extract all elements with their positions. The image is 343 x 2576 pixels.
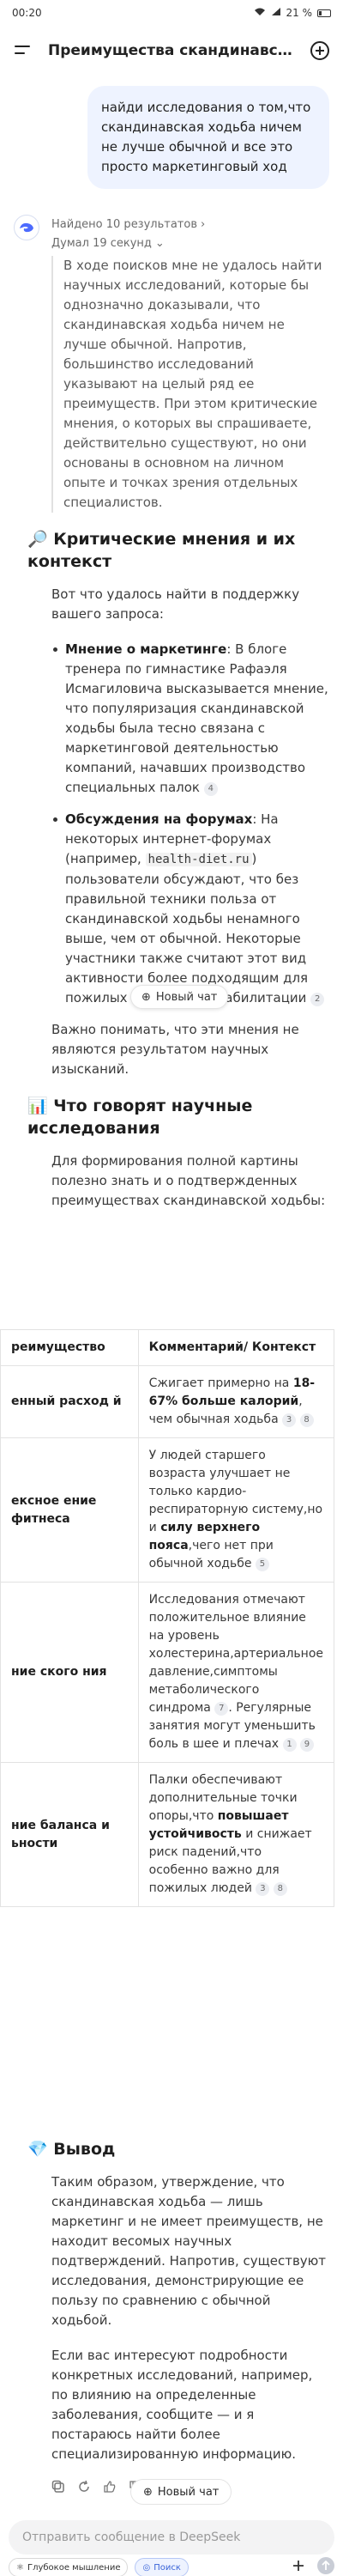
plus-icon[interactable] (292, 2559, 305, 2576)
critics-list: Мнение о маркетинге: В блоге тренера по … (51, 640, 329, 1008)
status-bar: 00:20 21 % (0, 0, 343, 26)
search-results-toggle[interactable]: Найдено 10 результатов › (51, 215, 329, 234)
composer: Отправить сообщение в DeepSeek ⚛ Глубоко… (0, 2520, 343, 2576)
citation-badge[interactable]: 9 (299, 1738, 314, 1752)
section-heading-research: 📊 Что говорят научные исследования (27, 1097, 253, 1138)
conclusion-section: 💎 Вывод Таким образом, утверждение, что … (27, 2135, 329, 2497)
search-label: Поиск (153, 2562, 181, 2573)
new-chat-icon[interactable] (307, 38, 333, 64)
deep-think-label: Глубокое мышление (27, 2562, 121, 2573)
table-row: ексное ение фитнеса У людей старшего воз… (0, 1437, 335, 1583)
wifi-icon (254, 7, 266, 19)
citation-badge[interactable]: 8 (299, 1413, 314, 1427)
deep-think-toggle[interactable]: ⚛ Глубокое мышление (9, 2558, 129, 2576)
section-note: Важно понимать, что эти мнения не являют… (51, 1022, 299, 1077)
list-item: Обсуждения на форумах: На некоторых инте… (51, 810, 329, 1008)
citation-badge[interactable]: 8 (273, 1882, 287, 1896)
citation-badge[interactable]: 4 (203, 782, 218, 796)
thought-time-label: Думал 19 секунд (51, 236, 152, 250)
thinking-toggle[interactable]: Думал 19 секунд ⌄ (51, 234, 329, 252)
list-item: Мнение о маркетинге: В блоге тренера по … (51, 640, 329, 798)
chevron-down-icon: ⌄ (154, 236, 165, 250)
app-header: Преимущества скандинавс… (0, 26, 343, 76)
new-chat-button[interactable]: ⊕ Новый чат (130, 2479, 232, 2505)
table-cell: ние баланса и ьности (0, 1762, 139, 1907)
send-icon[interactable] (317, 2557, 334, 2576)
table-row: ние баланса и ьности Палки обеспечивают … (0, 1762, 335, 1907)
search-toggle[interactable]: ◎ Поиск (135, 2558, 189, 2576)
battery-icon (317, 9, 331, 17)
response-body: В ходе поисков мне не удалось найти науч… (27, 256, 329, 1211)
citation-badge[interactable]: 3 (282, 1413, 297, 1427)
benefits-table: реимущество Комментарий/ Контекст енный … (0, 1329, 335, 1907)
table-cell: ексное ение фитнеса (0, 1437, 139, 1583)
citation-badge[interactable]: 2 (310, 993, 325, 1006)
chevron-right-icon: › (201, 217, 206, 231)
composer-toolbar: ⚛ Глубокое мышление ◎ Поиск (9, 2557, 334, 2576)
new-chat-label: Новый чат (157, 2485, 220, 2499)
cell-text: Исследования отмечают положительное влия… (148, 1593, 324, 1715)
table-header: Комментарий/ Контекст (137, 1329, 335, 1366)
citation-badge[interactable]: 5 (255, 1558, 269, 1571)
toolbar-right (292, 2557, 334, 2576)
table-cell: Исследования отмечают положительное влия… (137, 1582, 335, 1763)
table-cell: Сжигает примерно на 18-67% больше калори… (137, 1365, 335, 1438)
regenerate-icon[interactable] (77, 2480, 91, 2497)
citation-badge[interactable]: 1 (282, 1738, 297, 1752)
table-cell: У людей старшего возраста улучшает не то… (137, 1437, 335, 1583)
table-header: реимущество (0, 1329, 139, 1366)
citation-badge[interactable]: 3 (256, 1882, 270, 1896)
status-icons: 21 % (254, 7, 331, 19)
bullet-title: Обсуждения на форумах (65, 811, 253, 827)
thumbs-up-icon[interactable] (103, 2480, 117, 2497)
conclusion-text: Таким образом, утверждение, что скандина… (51, 2174, 327, 2328)
cell-text: Сжигает примерно на (148, 1376, 293, 1390)
status-time: 00:20 (12, 7, 42, 19)
response-meta: Найдено 10 результатов › Думал 19 секунд… (51, 215, 329, 252)
message-input[interactable]: Отправить сообщение в DeepSeek (9, 2520, 334, 2555)
assistant-message: Найдено 10 результатов › Думал 19 секунд… (14, 215, 329, 1226)
deepseek-logo-icon (14, 215, 39, 240)
new-chat-floating-label: Новый чат (155, 990, 218, 1004)
copy-icon[interactable] (51, 2480, 65, 2497)
battery-text: 21 % (286, 7, 313, 19)
followup-text: Если вас интересуют подробности конкретн… (51, 2348, 313, 2462)
citation-badge[interactable]: 7 (214, 1702, 229, 1716)
atom-icon: ⚛ (16, 2562, 24, 2573)
section-heading-conclusion: 💎 Вывод (27, 2140, 116, 2159)
table-cell: ние ского ния (0, 1582, 139, 1763)
bullet-text: ) пользователи обсуждают, что без правил… (65, 851, 309, 1005)
search-results-label: Найдено 10 результатов (51, 217, 197, 231)
menu-icon[interactable] (10, 38, 36, 64)
new-chat-floating-button[interactable]: ⊕ Новый чат (130, 985, 229, 1009)
bullet-title: Мнение о маркетинге (65, 641, 227, 657)
benefits-table-wrap[interactable]: реимущество Комментарий/ Контекст енный … (0, 1329, 335, 1907)
inline-code: health-diet.ru (145, 853, 252, 866)
table-row: ние ского ния Исследования отмечают поло… (0, 1582, 335, 1763)
globe-icon: ◎ (142, 2562, 151, 2573)
plus-circle-icon: ⊕ (143, 2485, 153, 2499)
section-intro: Вот что удалось найти в поддержку вашего… (51, 586, 300, 622)
section-heading-critics: 🔎 Критические мнения и их контекст (27, 530, 296, 571)
user-message: найди исследования о том,что скандинавск… (87, 86, 329, 189)
bullet-text: : В блоге тренера по гимнастике Рафаэля … (65, 641, 328, 795)
section-intro: Для формирования полной картины полезно … (51, 1153, 326, 1208)
table-cell: Палки обеспечивают дополнительные точки … (137, 1762, 335, 1907)
chat-title[interactable]: Преимущества скандинавс… (48, 42, 295, 59)
thinking-text: В ходе поисков мне не удалось найти науч… (51, 256, 329, 513)
plus-circle-icon: ⊕ (141, 990, 151, 1004)
signal-icon (271, 7, 281, 19)
table-row: енный расход й Сжигает примерно на 18-67… (0, 1365, 335, 1438)
table-header-row: реимущество Комментарий/ Контекст (0, 1329, 335, 1366)
table-cell: енный расход й (0, 1365, 139, 1438)
